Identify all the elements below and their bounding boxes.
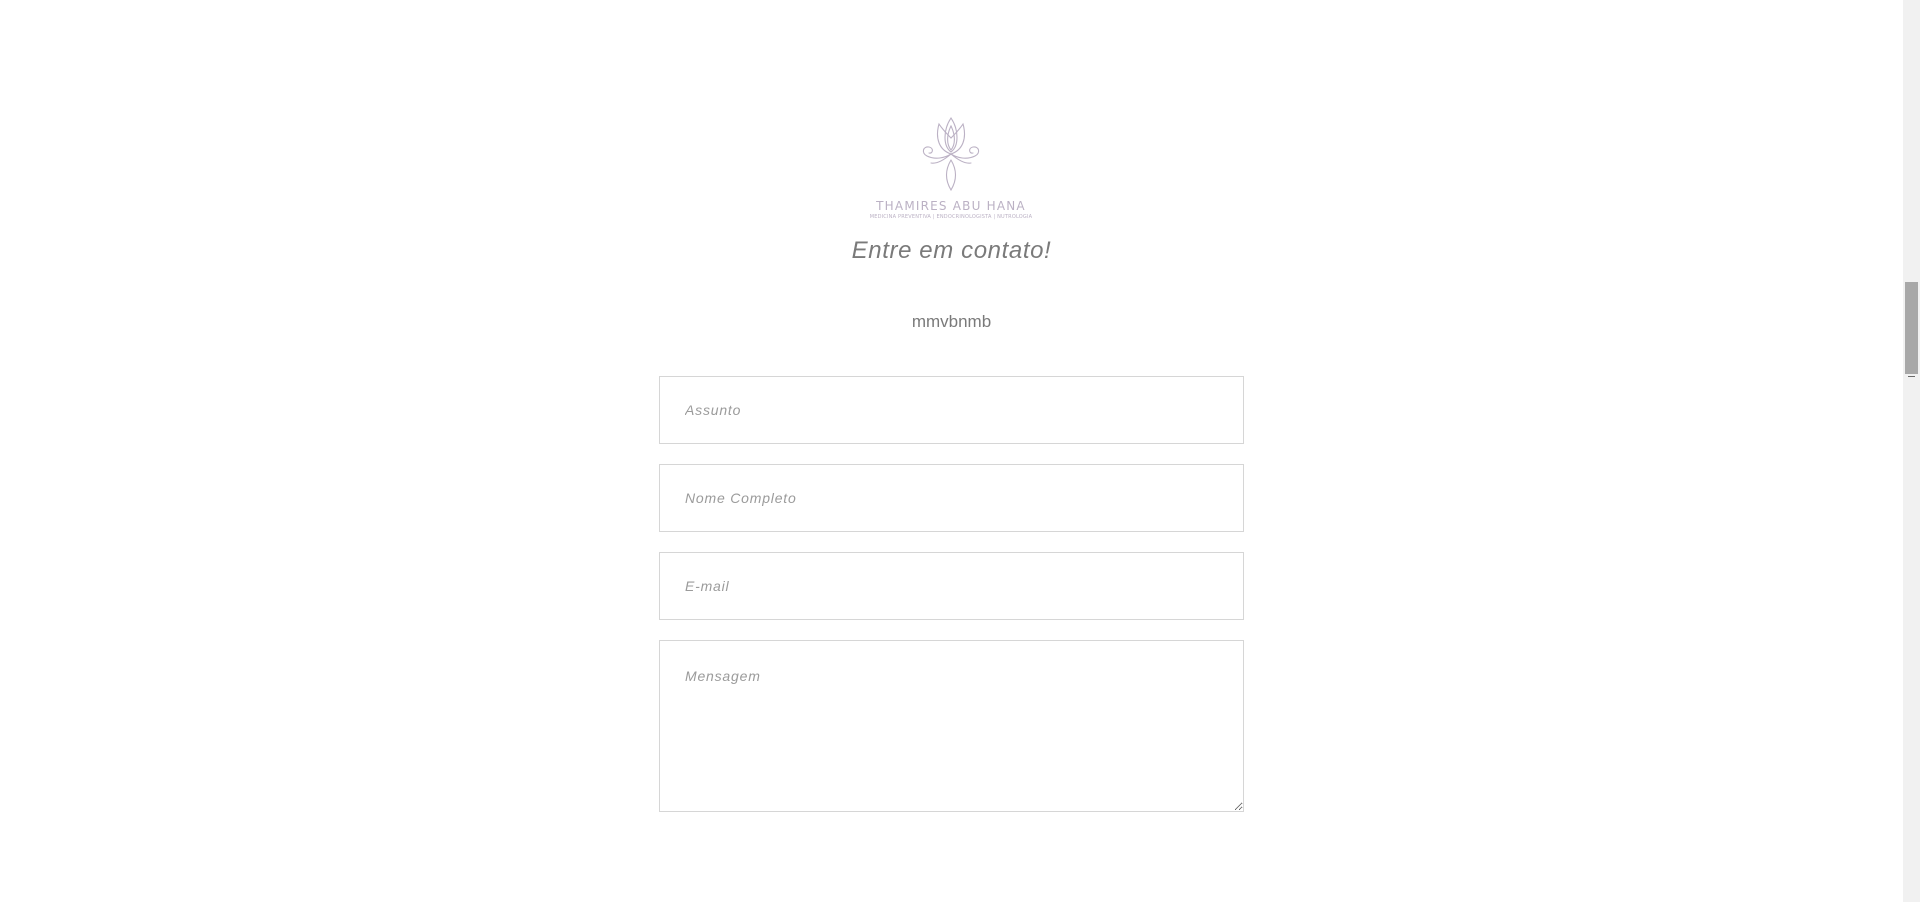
scrollbar-marker [1908, 376, 1915, 377]
full-name-input[interactable] [659, 464, 1244, 532]
logo: THAMIRES ABU HANA MEDICINA PREVENTIVA | … [865, 116, 1037, 224]
contact-section: THAMIRES ABU HANA MEDICINA PREVENTIVA | … [0, 0, 1903, 902]
email-input[interactable] [659, 552, 1244, 620]
subject-input[interactable] [659, 376, 1244, 444]
scrollbar-thumb[interactable] [1905, 282, 1918, 374]
message-textarea[interactable] [659, 640, 1244, 812]
contact-subtitle: mmvbnmb [911, 312, 992, 331]
vertical-scrollbar[interactable] [1903, 0, 1920, 902]
page: THAMIRES ABU HANA MEDICINA PREVENTIVA | … [0, 0, 1920, 902]
brand-name: THAMIRES ABU HANA [876, 199, 1026, 213]
contact-title: Entre em contato! [851, 237, 1052, 264]
lotus-logo-icon [922, 117, 980, 192]
brand-tagline: MEDICINA PREVENTIVA | ENDOCRINOLOGISTA |… [869, 214, 1033, 220]
